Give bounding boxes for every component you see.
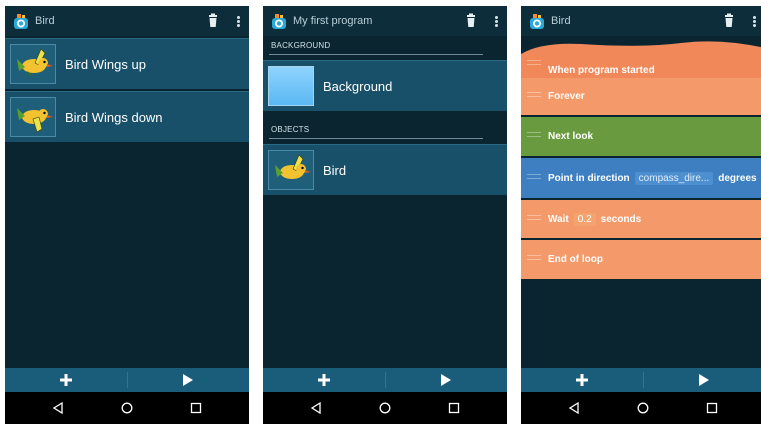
recents-icon[interactable]	[446, 400, 462, 416]
app-bar: Bird	[5, 6, 249, 36]
add-button[interactable]	[521, 368, 643, 392]
section-header-background: BACKGROUND	[271, 41, 331, 50]
drag-handle[interactable]	[527, 96, 541, 97]
drag-handle[interactable]	[527, 174, 541, 175]
background-thumbnail	[268, 66, 314, 106]
direction-value-field[interactable]: compass_dire...	[634, 171, 714, 185]
play-button[interactable]	[128, 368, 250, 392]
section-divider	[269, 138, 483, 139]
drag-handle[interactable]	[527, 60, 541, 61]
brick-label: Forever	[548, 91, 585, 102]
home-icon[interactable]	[377, 400, 393, 416]
home-icon[interactable]	[119, 400, 135, 416]
screen-looks-list: Bird Bird Wings up Bird Wings down	[5, 6, 249, 424]
add-button[interactable]	[263, 368, 385, 392]
wait-value-field[interactable]: 0.2	[573, 212, 596, 226]
brick-forever[interactable]: Forever	[521, 78, 761, 115]
system-nav-bar	[5, 392, 249, 424]
back-icon[interactable]	[50, 400, 66, 416]
app-title: Bird	[551, 15, 571, 27]
bottom-action-bar	[521, 368, 761, 392]
background-label: Background	[323, 78, 393, 94]
add-icon	[59, 374, 72, 386]
brick-next-look[interactable]: Next look	[521, 117, 761, 156]
brick-label: When program started	[548, 65, 655, 76]
app-title: Bird	[35, 15, 55, 27]
drag-handle[interactable]	[527, 132, 541, 133]
home-icon[interactable]	[635, 400, 651, 416]
back-icon[interactable]	[566, 400, 582, 416]
play-icon	[441, 374, 452, 386]
trash-icon[interactable]	[203, 11, 223, 31]
app-title: My first program	[293, 15, 373, 27]
brick-end-of-loop[interactable]: End of loop	[521, 240, 761, 279]
catrobat-logo-icon[interactable]	[271, 13, 287, 29]
look-label: Bird Wings down	[65, 109, 163, 125]
catrobat-logo-icon[interactable]	[13, 13, 29, 29]
section-divider	[269, 54, 483, 55]
brick-label: Point in direction	[548, 172, 630, 184]
brick-label: Next look	[548, 131, 594, 142]
add-icon	[575, 374, 588, 386]
bird-thumbnail-icon	[10, 97, 56, 137]
play-icon	[699, 374, 710, 386]
brick-wait[interactable]: Wait 0.2 seconds	[521, 200, 761, 238]
drag-handle[interactable]	[527, 219, 541, 220]
system-nav-bar	[521, 392, 761, 424]
brick-when-program-started[interactable]: When program started	[521, 40, 761, 80]
screen-program: My first program BACKGROUND Background O…	[263, 6, 507, 424]
bottom-action-bar	[263, 368, 507, 392]
more-vert-icon[interactable]	[491, 11, 501, 31]
add-icon	[317, 374, 330, 386]
bottom-action-bar	[5, 368, 249, 392]
hat-curve	[521, 40, 761, 54]
brick-unit: seconds	[600, 213, 642, 225]
more-vert-icon[interactable]	[749, 11, 759, 31]
drag-handle[interactable]	[527, 136, 541, 137]
background-item[interactable]: Background	[263, 60, 507, 111]
object-label: Bird	[323, 162, 347, 178]
list-item[interactable]: Bird Wings down	[5, 91, 249, 142]
drag-handle[interactable]	[527, 64, 541, 65]
list-item[interactable]: Bird Wings up	[5, 38, 249, 89]
brick-label: End of loop	[548, 254, 603, 265]
recents-icon[interactable]	[704, 400, 720, 416]
screen-script: Bird When program started Forever Next l…	[521, 6, 761, 424]
drag-handle[interactable]	[527, 178, 541, 179]
drag-handle[interactable]	[527, 92, 541, 93]
recents-icon[interactable]	[188, 400, 204, 416]
back-icon[interactable]	[308, 400, 324, 416]
play-button[interactable]	[644, 368, 761, 392]
bird-thumbnail-icon	[268, 150, 314, 190]
app-bar: Bird	[521, 6, 761, 36]
catrobat-logo-icon[interactable]	[529, 13, 545, 29]
play-button[interactable]	[386, 368, 508, 392]
bird-thumbnail-icon	[10, 44, 56, 84]
look-label: Bird Wings up	[65, 56, 146, 72]
trash-icon[interactable]	[461, 11, 481, 31]
drag-handle[interactable]	[527, 255, 541, 256]
drag-handle[interactable]	[527, 215, 541, 216]
brick-label: Wait	[548, 213, 569, 225]
brick-point-in-direction[interactable]: Point in direction compass_dire... degre…	[521, 158, 761, 198]
play-icon	[183, 374, 194, 386]
brick-unit: degrees	[718, 172, 757, 184]
app-bar: My first program	[263, 6, 507, 36]
object-item[interactable]: Bird	[263, 144, 507, 195]
drag-handle[interactable]	[527, 259, 541, 260]
system-nav-bar	[263, 392, 507, 424]
add-button[interactable]	[5, 368, 127, 392]
section-header-objects: OBJECTS	[271, 125, 310, 134]
more-vert-icon[interactable]	[233, 11, 243, 31]
trash-icon[interactable]	[719, 11, 739, 31]
